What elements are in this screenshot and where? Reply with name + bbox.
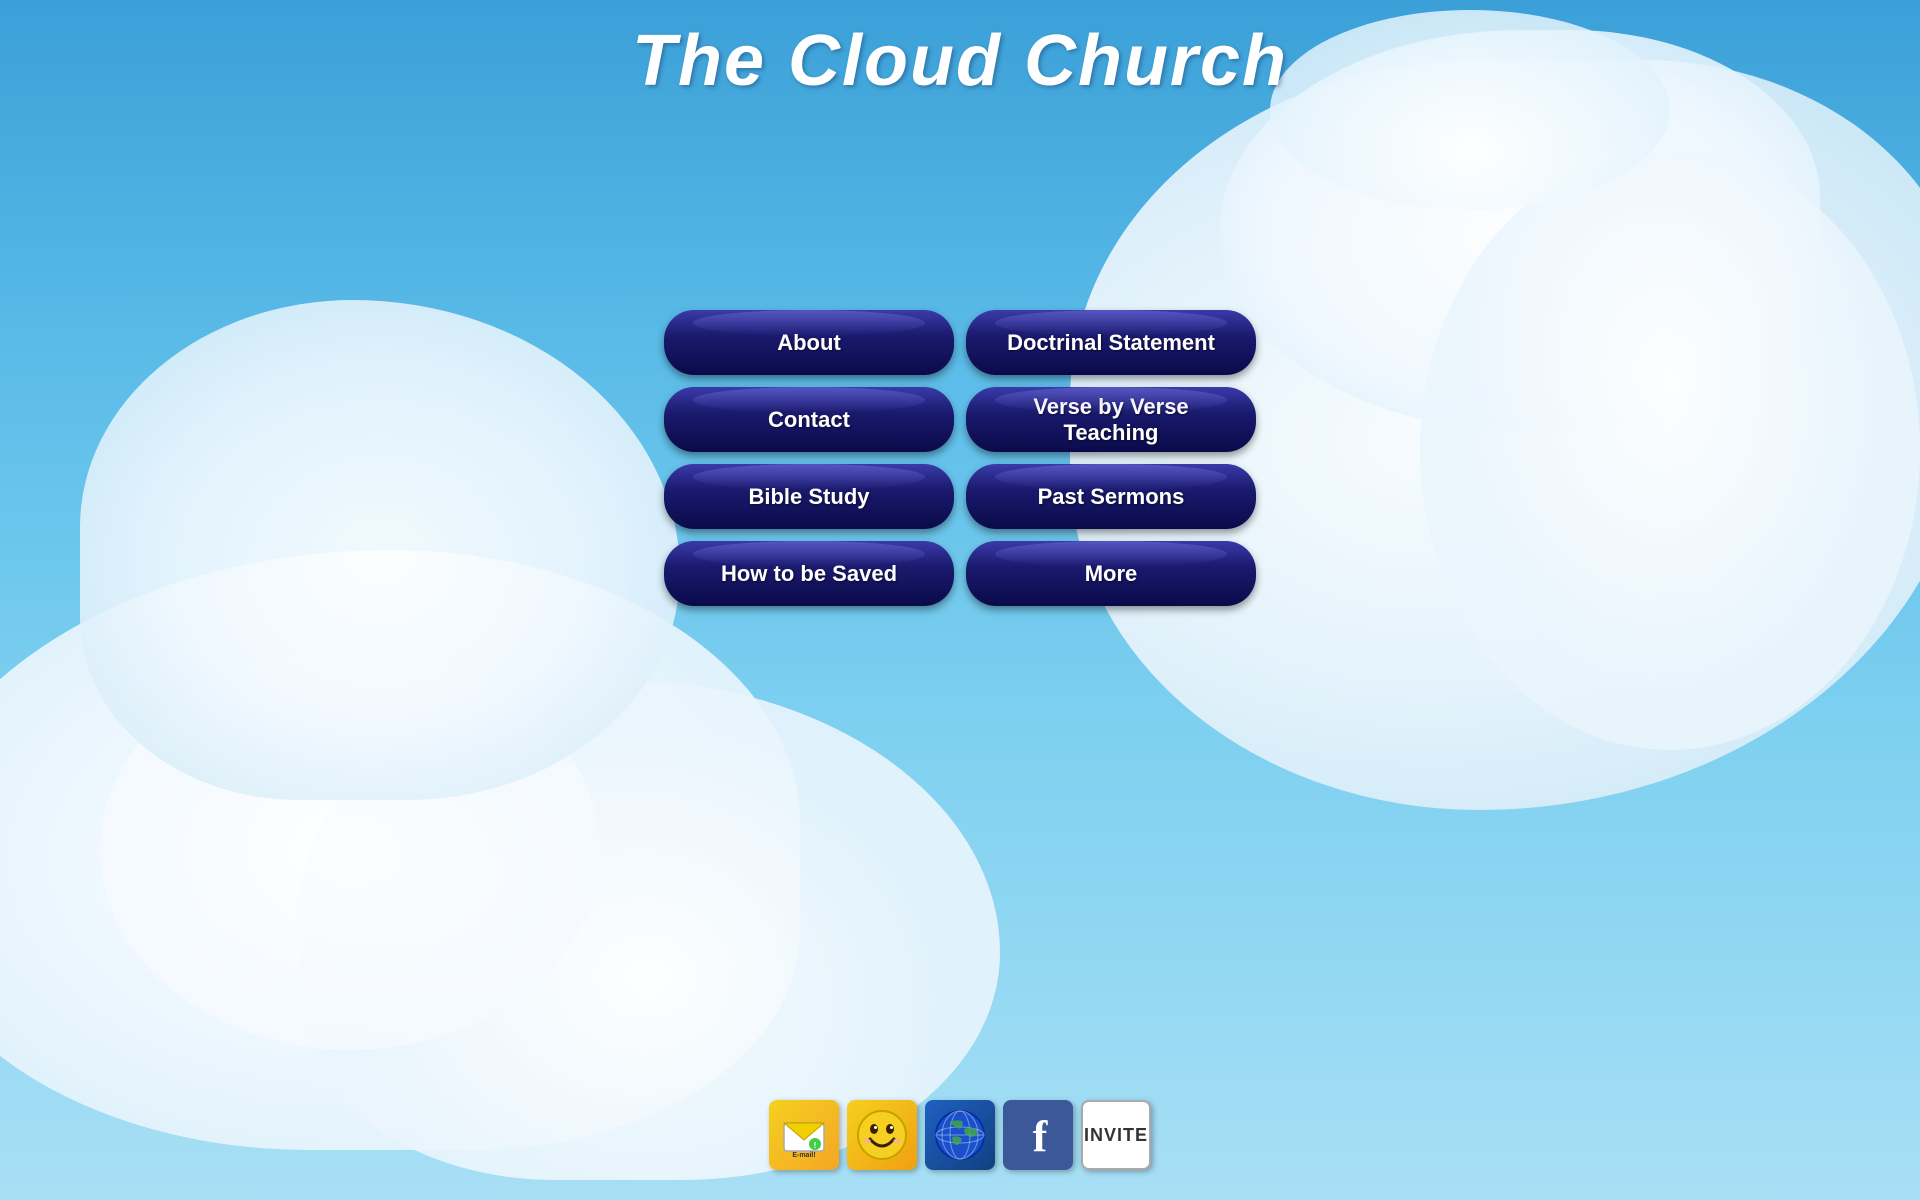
smiley-icon-button[interactable] [847,1100,917,1170]
facebook-svg: f [1012,1109,1064,1161]
cloud-right-extra [1420,150,1920,750]
globe-svg [934,1109,986,1161]
facebook-icon-button[interactable]: f [1003,1100,1073,1170]
nav-doctrinal-button[interactable]: Doctrinal Statement [966,310,1256,375]
invite-icon-button[interactable]: INVITE [1081,1100,1151,1170]
svg-text:E-mail!: E-mail! [792,1152,815,1159]
nav-how-to-be-saved-button[interactable]: How to be Saved [664,541,954,606]
email-icon-button[interactable]: ! E-mail! [769,1100,839,1170]
smiley-svg [856,1109,908,1161]
site-title: The Cloud Church [0,20,1920,102]
email-svg: ! E-mail! [779,1110,829,1160]
nav-about-button[interactable]: About [664,310,954,375]
invite-label: INVITE [1084,1125,1148,1146]
cloud-center-left [80,300,680,800]
nav-past-sermons-button[interactable]: Past Sermons [966,464,1256,529]
svg-text:!: ! [814,1141,817,1150]
nav-bible-study-button[interactable]: Bible Study [664,464,954,529]
nav-contact-button[interactable]: Contact [664,387,954,452]
bottom-bar: ! E-mail! [769,1100,1151,1170]
svg-text:f: f [1033,1112,1049,1161]
nav-more-button[interactable]: More [966,541,1256,606]
globe-icon-button[interactable] [925,1100,995,1170]
nav-verse-by-verse-button[interactable]: Verse by Verse Teaching [966,387,1256,452]
nav-grid: About Doctrinal Statement Contact Verse … [664,310,1256,606]
